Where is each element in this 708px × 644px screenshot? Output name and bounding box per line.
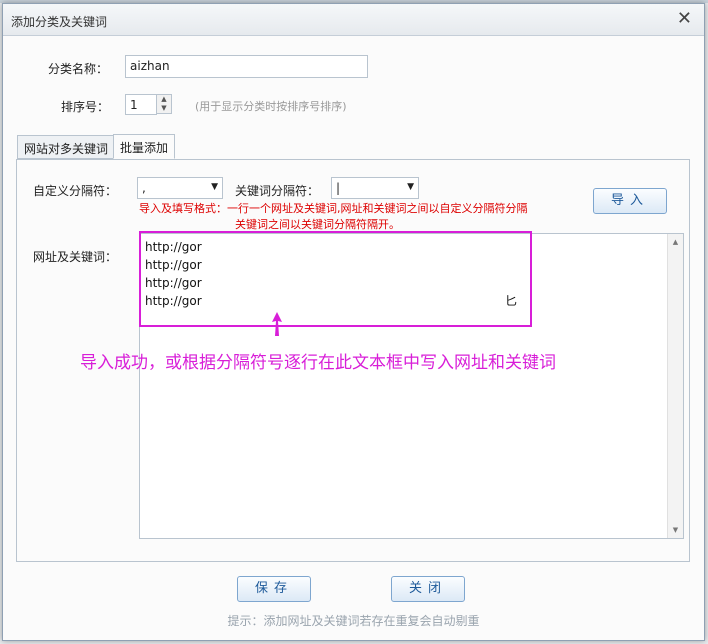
save-button[interactable]: 保存: [237, 576, 311, 602]
textarea-scrollbar[interactable]: ▲ ▼: [667, 234, 683, 538]
format-note-line1: 导入及填写格式：一行一个网址及关键词,网址和关键词之间以自定义分隔符分隔: [139, 202, 528, 215]
sort-number-hint: (用于显示分类时按排序号排序): [195, 100, 347, 113]
stepper-up-icon[interactable]: ▲: [157, 95, 171, 104]
add-category-dialog: 添加分类及关键词 ✕ 分类名称： aizhan 排序号： 1 ▲ ▼ (用于显示…: [2, 3, 705, 641]
chevron-down-icon: ▼: [211, 182, 218, 192]
keyword-separator-select[interactable]: | ▼: [331, 177, 419, 199]
scroll-up-icon[interactable]: ▲: [668, 235, 683, 249]
close-button[interactable]: 关闭: [391, 576, 465, 602]
category-name-input[interactable]: aizhan: [125, 55, 368, 78]
stepper-down-icon[interactable]: ▼: [157, 104, 171, 113]
keyword-separator-value: |: [336, 181, 341, 195]
custom-separator-label: 自定义分隔符：: [33, 184, 118, 198]
close-icon[interactable]: ✕: [677, 10, 692, 28]
tab-website-multi-keywords[interactable]: 网站对多关键词: [17, 135, 116, 159]
chevron-down-icon: ▼: [407, 182, 414, 192]
sort-number-label: 排序号：: [61, 100, 110, 114]
footer-hint: 提示：添加网址及关键词若存在重复会自动剔重: [227, 614, 480, 628]
highlight-box: [139, 231, 532, 327]
batch-add-panel: 自定义分隔符： , ▼ 关键词分隔符： | ▼ 导入及填写格式：一行一个网址及关…: [16, 159, 690, 562]
tab-batch-add[interactable]: 批量添加: [113, 134, 176, 159]
scroll-down-icon[interactable]: ▼: [668, 523, 683, 537]
keyword-separator-label: 关键词分隔符：: [235, 184, 320, 198]
sort-number-stepper[interactable]: ▲ ▼: [156, 94, 172, 114]
category-name-label: 分类名称：: [48, 62, 109, 76]
custom-separator-value: ,: [142, 181, 146, 195]
import-button[interactable]: 导入: [593, 188, 667, 214]
sort-number-input[interactable]: 1: [125, 94, 157, 115]
dialog-titlebar: 添加分类及关键词 ✕: [3, 4, 704, 36]
annotation-text: 导入成功，或根据分隔符号逐行在此文本框中写入网址和关键词: [80, 353, 556, 373]
custom-separator-select[interactable]: , ▼: [137, 177, 223, 199]
dialog-title: 添加分类及关键词: [11, 15, 108, 29]
arrow-up-icon: [272, 312, 282, 336]
url-keywords-label: 网址及关键词：: [33, 250, 118, 264]
